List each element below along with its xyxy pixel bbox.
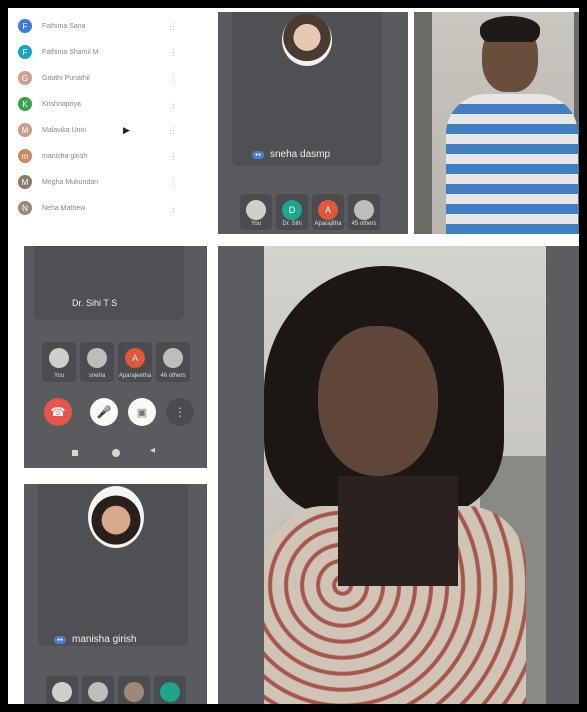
tile-avatar (354, 200, 374, 220)
person-shirt (446, 94, 578, 234)
tile-label: You (250, 221, 262, 227)
speaker-name: manisha girish (72, 634, 137, 645)
participant-avatar: m (18, 149, 32, 163)
tile-avatar (49, 348, 69, 368)
end-call-icon[interactable]: ☎ (44, 398, 72, 426)
participant-tile[interactable]: A Aparajitha (312, 194, 344, 230)
call-screen-mid: Dr. Sihi T S You sneha A Aparajeetha 46 … (24, 246, 207, 468)
video-feed-top-right (414, 12, 579, 234)
participant-list: F Fathima Sana ⋮ F Fathima Shamil M ⋮ G … (8, 8, 218, 234)
tile-label: Dr. Sihi (282, 221, 302, 227)
person-hair (480, 16, 540, 42)
participant-avatar: F (18, 45, 32, 59)
speaker-card (34, 246, 184, 320)
participant-row[interactable]: F Fathima Shamil M ⋮ (18, 40, 208, 64)
participant-name: Malavika Unni (42, 126, 86, 134)
participant-avatar: M (18, 123, 32, 137)
speaker-name: sneha dasmp (270, 149, 331, 160)
tile-avatar (160, 682, 180, 702)
video-feed-main (218, 246, 579, 704)
tile-label: sneha (88, 373, 106, 379)
more-icon[interactable]: ⋮ (169, 99, 178, 110)
participant-row[interactable]: M Malavika Unni ▶ ⋮ (18, 118, 208, 142)
more-icon[interactable]: ⋮ (169, 125, 178, 136)
participant-name: Fathima Sana (42, 22, 86, 30)
more-icon[interactable]: ⋮ (169, 203, 178, 214)
participant-tile[interactable]: D Dr. Sihi (276, 194, 308, 230)
tile-avatar (124, 682, 144, 702)
participant-row[interactable]: K Krishnapriya ⋮ (18, 92, 208, 116)
camera-icon[interactable]: ▣ (128, 398, 156, 426)
tile-avatar: D (282, 200, 302, 220)
screenshot-collage: F Fathima Sana ⋮ F Fathima Shamil M ⋮ G … (8, 8, 579, 704)
participant-row[interactable]: m manisha girish ⋮ (18, 144, 208, 168)
tile-avatar (88, 682, 108, 702)
participant-row[interactable]: N Neha Mathew ⋮ (18, 196, 208, 220)
chevron-right-icon: ▶ (123, 124, 130, 135)
participant-avatar: M (18, 175, 32, 189)
square-nav-icon[interactable] (72, 450, 78, 456)
participant-row[interactable]: G Gouthi Punathil ⋮ (18, 66, 208, 90)
participant-name: Gouthi Punathil (42, 74, 90, 82)
participant-tile[interactable]: A Aparajeetha (118, 342, 152, 382)
tile-avatar (87, 348, 107, 368)
participant-tile[interactable] (154, 676, 186, 704)
participant-tile[interactable] (118, 676, 150, 704)
tile-avatar: A (318, 200, 338, 220)
tile-avatar (246, 200, 266, 220)
tile-label: Aparajeetha (118, 373, 152, 379)
tile-label: You (53, 373, 65, 379)
tile-avatar: A (125, 348, 145, 368)
participant-photo (88, 486, 144, 548)
participant-tile[interactable] (82, 676, 114, 704)
participant-tile[interactable]: You (42, 342, 76, 382)
more-icon[interactable]: ⋮ (169, 177, 178, 188)
more-icon[interactable]: ⋮ (169, 47, 178, 58)
tile-label: 46 others (160, 373, 186, 379)
participant-tile[interactable]: sneha (80, 342, 114, 382)
participant-avatar: N (18, 201, 32, 215)
participant-name: Neha Mathew (42, 204, 86, 212)
tile-avatar (52, 682, 72, 702)
more-icon[interactable]: ⋮ (169, 73, 178, 84)
participant-tile[interactable] (46, 676, 78, 704)
person-neck-scarf (338, 476, 458, 586)
participant-name: Fathima Shamil M (42, 48, 99, 56)
participant-name: Krishnapriya (42, 100, 81, 108)
call-screen-top: ●● sneha dasmp You D Dr. Sihi A Aparajit… (218, 12, 408, 234)
circle-nav-icon[interactable] (112, 449, 120, 457)
tile-avatar (163, 348, 183, 368)
participant-row[interactable]: M Megha Mukundan ⋮ (18, 170, 208, 194)
mic-icon[interactable]: 🎤 (90, 398, 118, 426)
speaker-name-bar: ●● sneha dasmp (252, 149, 330, 160)
camera-icon: ●● (252, 150, 264, 159)
participant-tile[interactable]: 45 others (348, 194, 380, 230)
call-screen-bottom: ●● manisha girish (24, 484, 207, 704)
speaker-name: Dr. Sihi T S (72, 298, 118, 308)
camera-icon: ●● (54, 635, 66, 644)
participant-photo (282, 14, 332, 66)
participant-avatar: K (18, 97, 32, 111)
participant-tile[interactable]: 46 others (156, 342, 190, 382)
participant-name: Megha Mukundan (42, 178, 99, 186)
participant-tile[interactable]: You (240, 194, 272, 230)
participant-name: manisha girish (42, 152, 88, 160)
speaker-name-bar: ●● manisha girish (54, 634, 136, 645)
person-face (318, 326, 438, 476)
more-icon[interactable]: ⋮ (169, 151, 178, 162)
more-icon[interactable]: ⋮ (166, 398, 194, 426)
more-icon[interactable]: ⋮ (169, 21, 178, 32)
tile-label: 45 others (351, 221, 377, 227)
back-nav-icon[interactable]: ◂ (150, 445, 155, 456)
participant-avatar: G (18, 71, 32, 85)
tile-label: Aparajitha (314, 221, 342, 227)
participant-row[interactable]: F Fathima Sana ⋮ (18, 14, 208, 38)
participant-avatar: F (18, 19, 32, 33)
